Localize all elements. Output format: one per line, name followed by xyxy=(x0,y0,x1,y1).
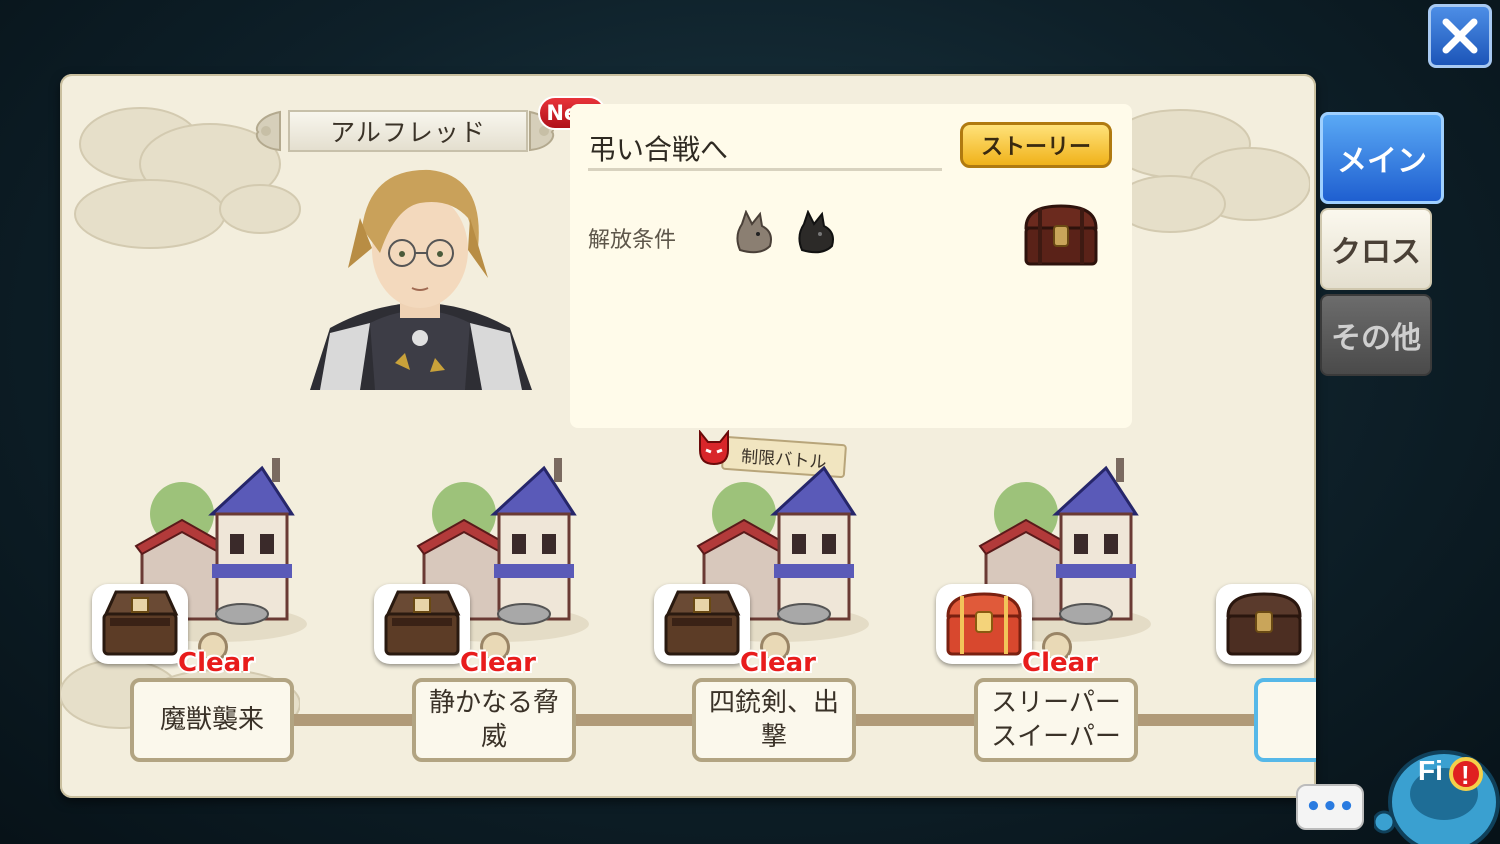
stage-button[interactable]: スリーパースイーパー xyxy=(974,678,1138,762)
stage-label: 静かなる脅威 xyxy=(429,688,560,752)
chat-dots-icon: ••• xyxy=(1305,792,1355,822)
story-button[interactable]: ストーリー xyxy=(960,122,1112,168)
clear-tag: Clear xyxy=(740,648,816,678)
stage-button[interactable]: 四銃剣、出撃 xyxy=(692,678,856,762)
chat-button[interactable]: ••• xyxy=(1296,784,1364,830)
chest-bubble xyxy=(92,584,188,664)
treasure-chest-open-icon xyxy=(102,590,179,656)
clear-tag: Clear xyxy=(178,648,254,678)
treasure-chest-closed-icon xyxy=(1226,592,1302,656)
stage-button[interactable]: 静かなる脅威 xyxy=(412,678,576,762)
mascot-alert: ! xyxy=(1461,760,1470,790)
chest-bubble xyxy=(654,584,750,664)
condition-rabbit-icon xyxy=(736,210,772,254)
close-button[interactable] xyxy=(1428,4,1492,68)
chest-bubble xyxy=(1216,584,1312,664)
stage-info-card: 弔い合戦へ ストーリー 解放条件 xyxy=(570,104,1132,428)
tab-cross[interactable]: クロス xyxy=(1320,208,1432,290)
stage-label: 魔獣襲来 xyxy=(159,705,264,735)
tab-other[interactable]: その他 xyxy=(1320,294,1432,376)
stage-label: スリーパースイーパー xyxy=(991,688,1121,752)
clear-tag: Clear xyxy=(1022,648,1098,678)
plate-ornament-left xyxy=(255,110,281,152)
reward-chest-icon xyxy=(1024,204,1098,266)
mascot-label: Fi xyxy=(1418,755,1443,786)
stage-button[interactable]: 魔獣襲来 xyxy=(130,678,294,762)
tab-main[interactable]: メイン xyxy=(1320,112,1444,204)
clear-tag: Clear xyxy=(460,648,536,678)
treasure-chest-red-icon xyxy=(946,592,1022,656)
stage-button-partial[interactable] xyxy=(1254,678,1316,762)
release-condition-label: 解放条件 xyxy=(588,228,677,253)
stage-label: 四銃剣、出撃 xyxy=(709,688,840,752)
stage-title: 弔い合戦へ xyxy=(588,133,729,166)
condition-rabbit-icon-dark xyxy=(798,210,834,254)
character-name-plate: アルフレッド xyxy=(288,110,528,152)
treasure-chest-open-icon xyxy=(384,590,461,656)
chest-bubble xyxy=(936,584,1032,664)
mascot-robot-icon[interactable]: Fi ! xyxy=(1374,732,1500,844)
character-portrait xyxy=(310,169,532,390)
close-icon xyxy=(1442,18,1478,54)
title-underline xyxy=(588,168,942,171)
character-name: アルフレッド xyxy=(330,118,486,147)
stage-select-panel: アルフレッド New 弔い合戦へ ストーリー 解放条件 xyxy=(60,74,1316,798)
treasure-chest-open-icon xyxy=(664,590,741,656)
chest-bubble xyxy=(374,584,470,664)
